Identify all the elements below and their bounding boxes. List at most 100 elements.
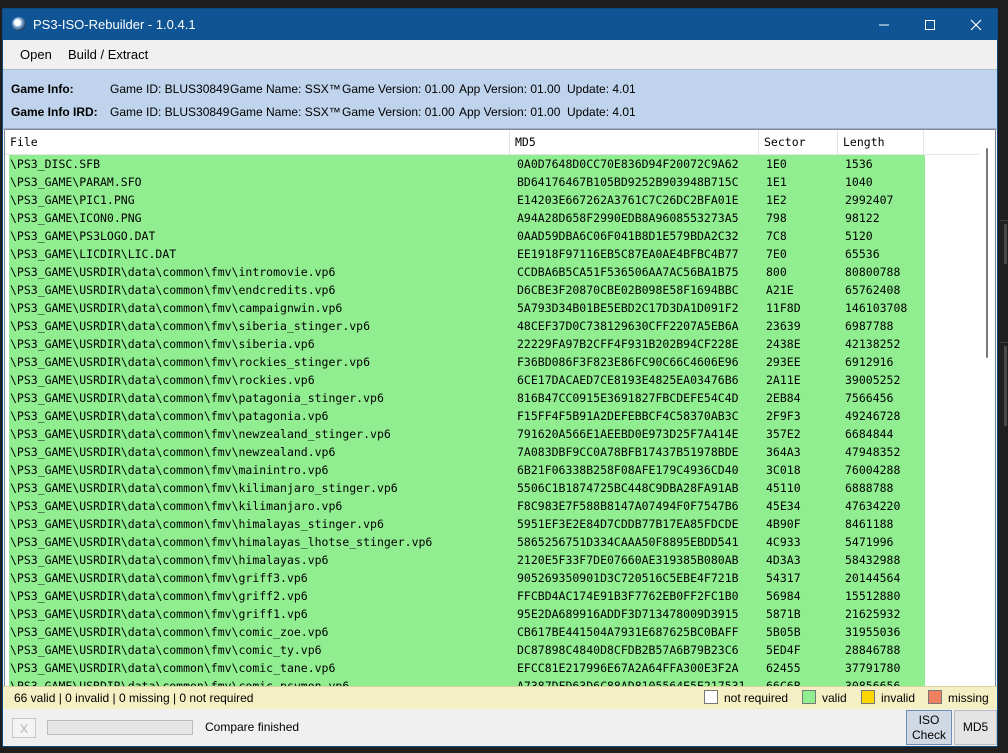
cell-length: 49246728 <box>845 409 901 423</box>
cell-md5: A94A28D658F2990EDB8A9608553273A5 <box>517 211 739 225</box>
menu-build-extract[interactable]: Build / Extract <box>68 47 148 62</box>
cell-file: \PS3_GAME\USRDIR\data\common\fmv\himalay… <box>10 517 384 531</box>
app-version: App Version: 01.00 <box>459 82 561 96</box>
cell-file: \PS3_GAME\USRDIR\data\common\fmv\himalay… <box>10 553 329 567</box>
table-row[interactable]: \PS3_DISC.SFB 0A0D7648D0CC70E836D94F20072… <box>9 155 925 173</box>
cell-md5: BD64176467B105BD9252B903948B715C <box>517 175 739 189</box>
table-row[interactable]: \PS3_GAME\USRDIR\data\common\fmv\kiliman… <box>9 497 925 515</box>
table-row[interactable]: \PS3_GAME\USRDIR\data\common\fmv\himalay… <box>9 533 925 551</box>
table-row[interactable]: \PS3_GAME\USRDIR\data\common\fmv\patagon… <box>9 407 925 425</box>
table-row[interactable]: \PS3_GAME\USRDIR\data\common\fmv\newzeal… <box>9 443 925 461</box>
cell-sector: 1E2 <box>766 193 787 207</box>
file-list-table[interactable]: File MD5 Sector Length \PS3_DISC.SFB 0A0D… <box>4 129 996 687</box>
table-row[interactable]: \PS3_GAME\USRDIR\data\common\fmv\patagon… <box>9 389 925 407</box>
cell-file: \PS3_GAME\USRDIR\data\common\fmv\kiliman… <box>10 481 398 495</box>
table-row[interactable]: \PS3_GAME\USRDIR\data\common\fmv\griff2.… <box>9 587 925 605</box>
cell-md5: F8C983E7F588B8147A07494F0F7547B6 <box>517 499 739 513</box>
cell-sector: 5B05B <box>766 625 801 639</box>
cell-file: \PS3_GAME\USRDIR\data\common\fmv\griff1.… <box>10 607 308 621</box>
ird-game-version: Game Version: 01.00 <box>342 105 455 119</box>
column-header-length[interactable]: Length <box>838 130 924 154</box>
game-id: Game ID: BLUS30849 <box>110 82 230 96</box>
table-row[interactable]: \PS3_GAME\PS3LOGO.DAT 0AAD59DBA6C06F041B8… <box>9 227 925 245</box>
cell-file: \PS3_GAME\USRDIR\data\common\fmv\patagon… <box>10 391 384 405</box>
cell-length: 5120 <box>845 229 873 243</box>
cell-length: 28846788 <box>845 643 901 657</box>
table-row[interactable]: \PS3_GAME\USRDIR\data\common\fmv\himalay… <box>9 551 925 569</box>
cell-length: 6987788 <box>845 319 894 333</box>
table-row[interactable]: \PS3_GAME\LICDIR\LIC.DAT EE1918F97116EB5C… <box>9 245 925 263</box>
cell-file: \PS3_GAME\USRDIR\data\common\fmv\comic_z… <box>10 625 329 639</box>
table-row[interactable]: \PS3_GAME\USRDIR\data\common\fmv\rockies… <box>9 353 925 371</box>
menu-open[interactable]: Open <box>20 47 52 62</box>
table-row[interactable]: \PS3_GAME\USRDIR\data\common\fmv\siberia… <box>9 317 925 335</box>
table-row[interactable]: \PS3_GAME\PIC1.PNG E14203E667262A3761C7C2… <box>9 191 925 209</box>
compare-status: Compare finished <box>205 720 300 734</box>
column-header-sector[interactable]: Sector <box>759 130 838 154</box>
app-disc-icon <box>12 17 26 31</box>
table-row[interactable]: \PS3_GAME\USRDIR\data\common\fmv\griff3.… <box>9 569 925 587</box>
cell-file: \PS3_GAME\LICDIR\LIC.DAT <box>10 247 177 261</box>
column-header-md5[interactable]: MD5 <box>510 130 759 154</box>
table-row[interactable]: \PS3_GAME\USRDIR\data\common\fmv\campaig… <box>9 299 925 317</box>
cell-file: \PS3_GAME\ICON0.PNG <box>10 211 142 225</box>
cell-file: \PS3_GAME\USRDIR\data\common\fmv\mainint… <box>10 463 329 477</box>
cell-file: \PS3_GAME\USRDIR\data\common\fmv\comic_t… <box>10 661 336 675</box>
update-version: Update: 4.01 <box>567 82 636 96</box>
table-row[interactable]: \PS3_GAME\USRDIR\data\common\fmv\comic_z… <box>9 623 925 641</box>
cell-file: \PS3_GAME\USRDIR\data\common\fmv\rockies… <box>10 355 371 369</box>
table-row[interactable]: \PS3_GAME\USRDIR\data\common\fmv\mainint… <box>9 461 925 479</box>
cell-sector: 45E34 <box>766 499 801 513</box>
cell-md5: 816B47CC0915E3691827FBCDEFE54C4D <box>517 391 739 405</box>
table-row[interactable]: \PS3_GAME\USRDIR\data\common\fmv\comic_t… <box>9 641 925 659</box>
cell-md5: F15FF4F5B91A2DEFEBBCF4C58370AB3C <box>517 409 739 423</box>
cell-md5: FFCBD4AC174E91B3F7762EB0FF2FC1B0 <box>517 589 739 603</box>
column-header-file[interactable]: File <box>5 130 510 154</box>
iso-check-button[interactable]: ISO Check <box>906 710 952 745</box>
table-row[interactable]: \PS3_GAME\USRDIR\data\common\fmv\siberia… <box>9 335 925 353</box>
minimize-button[interactable] <box>861 9 907 40</box>
close-button[interactable] <box>953 9 997 40</box>
cell-md5: 6CE17DACAED7CE8193E4825EA03476B6 <box>517 373 739 387</box>
table-row[interactable]: \PS3_GAME\PARAM.SFO BD64176467B105BD9252B… <box>9 173 925 191</box>
cell-md5: 95E2DA689916ADDF3D713478009D3915 <box>517 607 739 621</box>
cell-sector: 7E0 <box>766 247 787 261</box>
menu-bar: Open Build / Extract <box>3 40 997 69</box>
legend-label-invalid: invalid <box>881 691 916 705</box>
cell-sector: 5ED4F <box>766 643 801 657</box>
iso-check-label-line2: Check <box>911 728 946 742</box>
table-row[interactable]: \PS3_GAME\USRDIR\data\common\fmv\kiliman… <box>9 479 925 497</box>
title-bar[interactable]: PS3-ISO-Rebuilder - 1.0.4.1 <box>3 9 997 40</box>
table-row[interactable]: \PS3_GAME\USRDIR\data\common\fmv\himalay… <box>9 515 925 533</box>
table-row[interactable]: \PS3_GAME\USRDIR\data\common\fmv\griff1.… <box>9 605 925 623</box>
table-row[interactable]: \PS3_GAME\USRDIR\data\common\fmv\newzeal… <box>9 425 925 443</box>
ird-game-name: Game Name: SSX™ <box>230 105 341 119</box>
cell-length: 37791780 <box>845 661 901 675</box>
vertical-scrollbar[interactable] <box>979 130 995 686</box>
cell-length: 7566456 <box>845 391 894 405</box>
cell-length: 98122 <box>845 211 880 225</box>
cell-length: 31955036 <box>845 625 901 639</box>
cell-length: 76004288 <box>845 463 901 477</box>
maximize-button[interactable] <box>907 9 953 40</box>
table-row[interactable]: \PS3_GAME\ICON0.PNG A94A28D658F2990EDB8A9… <box>9 209 925 227</box>
table-row[interactable]: \PS3_GAME\USRDIR\data\common\fmv\comic_t… <box>9 659 925 677</box>
background-divider <box>1000 220 1008 221</box>
cell-length: 20144564 <box>845 571 901 585</box>
cell-sector: 62455 <box>766 661 801 675</box>
cell-md5: CCDBA6B5CA51F536506AA7AC56BA1B75 <box>517 265 739 279</box>
table-row[interactable]: \PS3_GAME\USRDIR\data\common\fmv\intromo… <box>9 263 925 281</box>
background-scrollbar <box>1004 346 1007 426</box>
md5-button[interactable]: MD5 <box>954 710 997 745</box>
cell-file: \PS3_GAME\PIC1.PNG <box>10 193 135 207</box>
cell-md5: 5865256751D334CAAA50F8895EBDD541 <box>517 535 739 549</box>
ird-app-version: App Version: 01.00 <box>459 105 561 119</box>
cell-file: \PS3_GAME\USRDIR\data\common\fmv\griff3.… <box>10 571 308 585</box>
cancel-button[interactable]: X <box>12 718 36 738</box>
table-row[interactable]: \PS3_GAME\USRDIR\data\common\fmv\endcred… <box>9 281 925 299</box>
cell-length: 6684844 <box>845 427 894 441</box>
cell-md5: 5951EF3E2E84D7CDDB77B17EA85FDCDE <box>517 517 739 531</box>
game-info-panel: Game Info: Game ID: BLUS30849 Game Name:… <box>3 69 997 129</box>
scrollbar-thumb[interactable] <box>986 148 988 358</box>
table-row[interactable]: \PS3_GAME\USRDIR\data\common\fmv\rockies… <box>9 371 925 389</box>
